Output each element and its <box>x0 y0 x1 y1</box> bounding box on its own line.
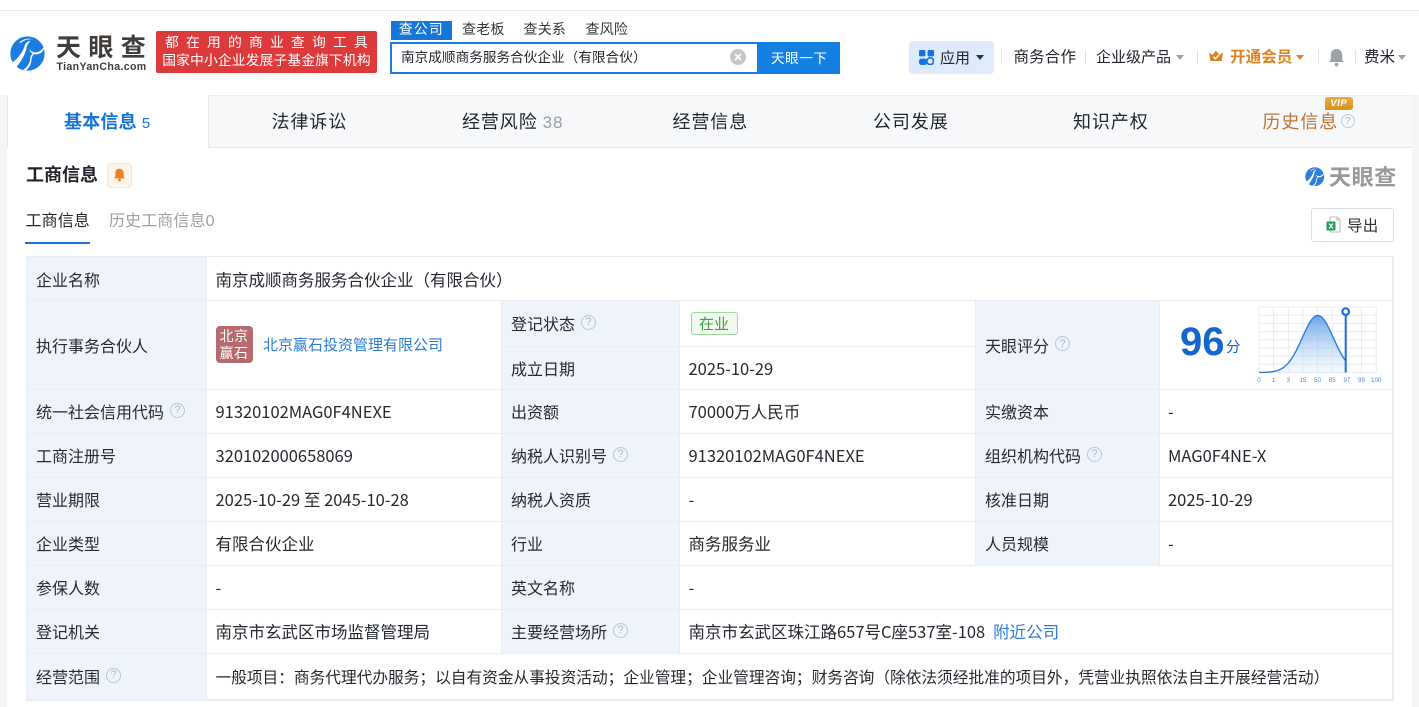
svg-text:1: 1 <box>1272 377 1276 384</box>
svg-text:3: 3 <box>1287 377 1291 384</box>
svg-text:99: 99 <box>1358 377 1365 384</box>
svg-text:0: 0 <box>1257 377 1261 384</box>
svg-text:85: 85 <box>1329 377 1336 384</box>
svg-text:100: 100 <box>1371 377 1382 384</box>
svg-text:50: 50 <box>1314 377 1321 384</box>
svg-text:97: 97 <box>1343 377 1350 384</box>
svg-text:15: 15 <box>1299 377 1306 384</box>
